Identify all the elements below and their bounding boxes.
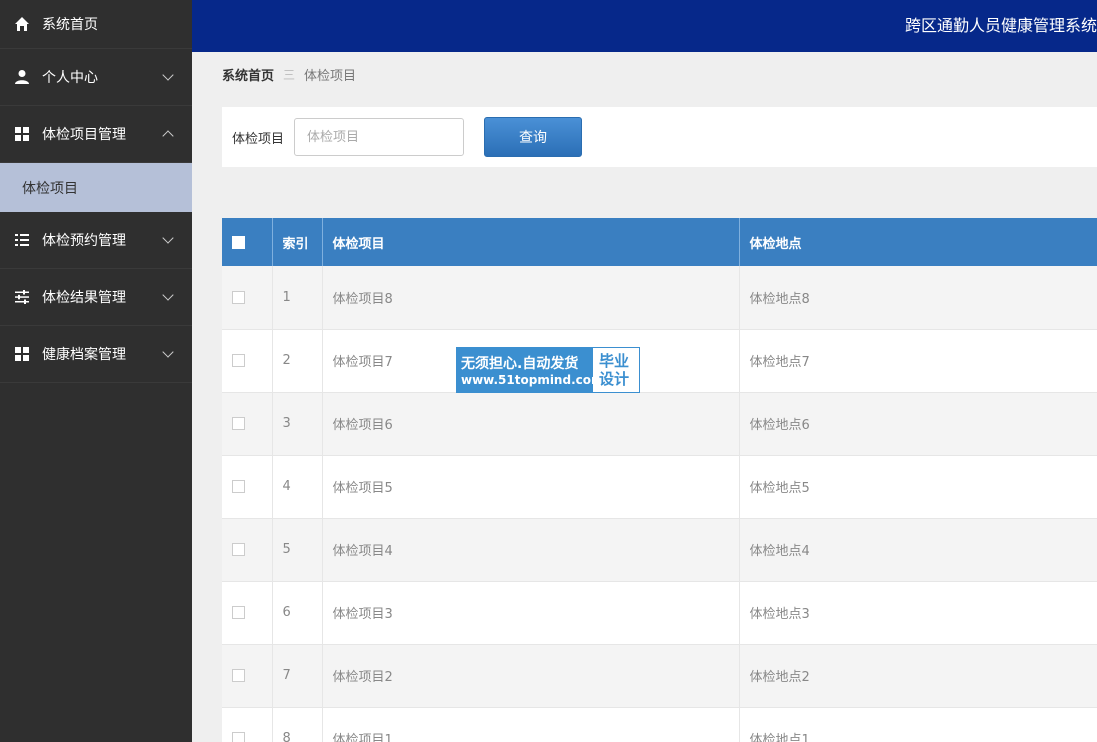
row-checkbox-cell [222, 707, 273, 742]
sidebar-item-label: 体检结果管理 [42, 290, 126, 306]
list-icon [14, 232, 30, 248]
row-checkbox[interactable] [232, 543, 245, 556]
chevron-down-icon [162, 346, 174, 358]
chevron-down-icon [162, 289, 174, 301]
sidebar-item-appointment-management[interactable]: 体检预约管理 [0, 212, 192, 269]
watermark-line1: 无须担心.自动发货 [461, 356, 579, 372]
search-label: 体检项目 [232, 131, 285, 147]
home-icon [14, 16, 30, 32]
grid-icon [14, 346, 30, 362]
row-checkbox[interactable] [232, 417, 245, 430]
sidebar-item-label: 系统首页 [42, 17, 98, 33]
submenu-item-exam-item[interactable]: 体检项目 [0, 163, 192, 212]
row-location: 体检地点3 [749, 607, 810, 622]
breadcrumb-separator: 三 [283, 68, 296, 82]
row-location: 体检地点7 [749, 355, 810, 370]
watermark-right1: 毕业 [599, 352, 630, 370]
table-row[interactable]: 8 体检项目1 体检地点1 [222, 707, 1097, 742]
sidebar-item-exam-item-management[interactable]: 体检项目管理 [0, 106, 192, 163]
table-row[interactable]: 7 体检项目2 体检地点2 [222, 644, 1097, 707]
row-index: 4 [272, 455, 323, 518]
row-checkbox[interactable] [232, 669, 245, 682]
watermark-banner: 无须担心.自动发货 www.51topmind.com 毕业 设计 [456, 347, 640, 393]
search-input[interactable] [294, 118, 465, 156]
app-title: 跨区通勤人员健康管理系统 [904, 16, 1097, 35]
row-checkbox-cell [222, 329, 273, 392]
row-checkbox-cell [222, 644, 273, 707]
table-row[interactable]: 5 体检项目4 体检地点4 [222, 518, 1097, 581]
row-location: 体检地点2 [749, 670, 810, 685]
search-panel: 体检项目 查询 [222, 107, 1097, 167]
watermark-right: 毕业 设计 [593, 348, 639, 392]
watermark-left: 无须担心.自动发货 www.51topmind.com [457, 348, 604, 392]
row-checkbox-cell [222, 392, 273, 455]
sidebar-item-label: 个人中心 [42, 70, 98, 86]
table-header-row: 索引 体检项目 体检地点 [222, 218, 1097, 266]
breadcrumb-home[interactable]: 系统首页 [222, 65, 274, 84]
row-location: 体检地点6 [749, 418, 810, 433]
row-checkbox-cell [222, 518, 273, 581]
table-row[interactable]: 4 体检项目5 体检地点5 [222, 455, 1097, 518]
table-row[interactable]: 3 体检项目6 体检地点6 [222, 392, 1097, 455]
search-button[interactable]: 查询 [484, 117, 583, 157]
watermark-right2: 设计 [599, 370, 630, 388]
select-all-checkbox[interactable] [232, 235, 245, 249]
column-header-location: 体检地点 [749, 236, 802, 252]
row-item: 体检项目8 [322, 266, 740, 329]
user-icon [14, 69, 30, 85]
row-location: 体检地点4 [749, 544, 810, 559]
row-checkbox-cell [222, 266, 273, 329]
breadcrumb-current: 体检项目 [304, 69, 357, 84]
row-checkbox-cell [222, 581, 273, 644]
table-row[interactable]: 1 体检项目8 体检地点8 [222, 266, 1097, 329]
watermark-line2: www.51topmind.com [461, 373, 604, 387]
sidebar-item-label: 体检项目管理 [42, 127, 126, 143]
row-location: 体检地点8 [749, 291, 810, 307]
row-item: 体检项目4 [322, 518, 740, 581]
row-item: 体检项目1 [322, 707, 740, 742]
sidebar-item-home[interactable]: 系统首页 [0, 0, 192, 49]
row-index: 6 [272, 581, 323, 644]
chevron-down-icon [162, 232, 174, 244]
row-index: 8 [272, 707, 323, 742]
row-checkbox[interactable] [232, 732, 245, 742]
row-item: 体检项目6 [322, 392, 740, 455]
row-item: 体检项目2 [322, 644, 740, 707]
row-index: 3 [272, 392, 323, 455]
breadcrumb: 系统首页 三 体检项目 [222, 65, 356, 84]
row-checkbox[interactable] [232, 290, 245, 304]
select-all-cell [222, 218, 273, 266]
chevron-down-icon [162, 69, 174, 81]
submenu-item-label: 体检项目 [22, 180, 78, 197]
row-location: 体检地点5 [749, 481, 810, 496]
top-header: 跨区通勤人员健康管理系统 [192, 0, 1097, 52]
grid-icon [14, 126, 30, 142]
column-header-index: 索引 [272, 218, 323, 266]
sidebar: 系统首页 个人中心 体检项目管理 体检项目 体检预约管理 体检结果管理 健康档案… [0, 0, 192, 742]
column-header-item: 体检项目 [322, 218, 740, 266]
data-table: 索引 体检项目 体检地点 1 体检项目8 体检地点8 2 体检项目7 体检地点7 3 体检项目… [222, 218, 1097, 742]
table-row[interactable]: 6 体检项目3 体检地点3 [222, 581, 1097, 644]
sidebar-item-label: 体检预约管理 [42, 233, 126, 249]
row-checkbox[interactable] [232, 480, 245, 493]
row-index: 2 [272, 329, 323, 392]
sidebar-item-health-record-management[interactable]: 健康档案管理 [0, 326, 192, 383]
row-location: 体检地点1 [749, 733, 810, 742]
row-index: 1 [272, 266, 323, 329]
row-checkbox[interactable] [232, 354, 245, 367]
row-index: 5 [272, 518, 323, 581]
sidebar-item-result-management[interactable]: 体检结果管理 [0, 269, 192, 326]
row-index: 7 [272, 644, 323, 707]
sliders-icon [14, 289, 30, 305]
sidebar-item-label: 健康档案管理 [42, 347, 126, 363]
chevron-up-icon [162, 130, 174, 142]
sidebar-item-personal-center[interactable]: 个人中心 [0, 49, 192, 106]
row-checkbox-cell [222, 455, 273, 518]
row-item: 体检项目3 [322, 581, 740, 644]
row-item: 体检项目5 [322, 455, 740, 518]
table-row[interactable]: 2 体检项目7 体检地点7 [222, 329, 1097, 392]
row-checkbox[interactable] [232, 606, 245, 619]
